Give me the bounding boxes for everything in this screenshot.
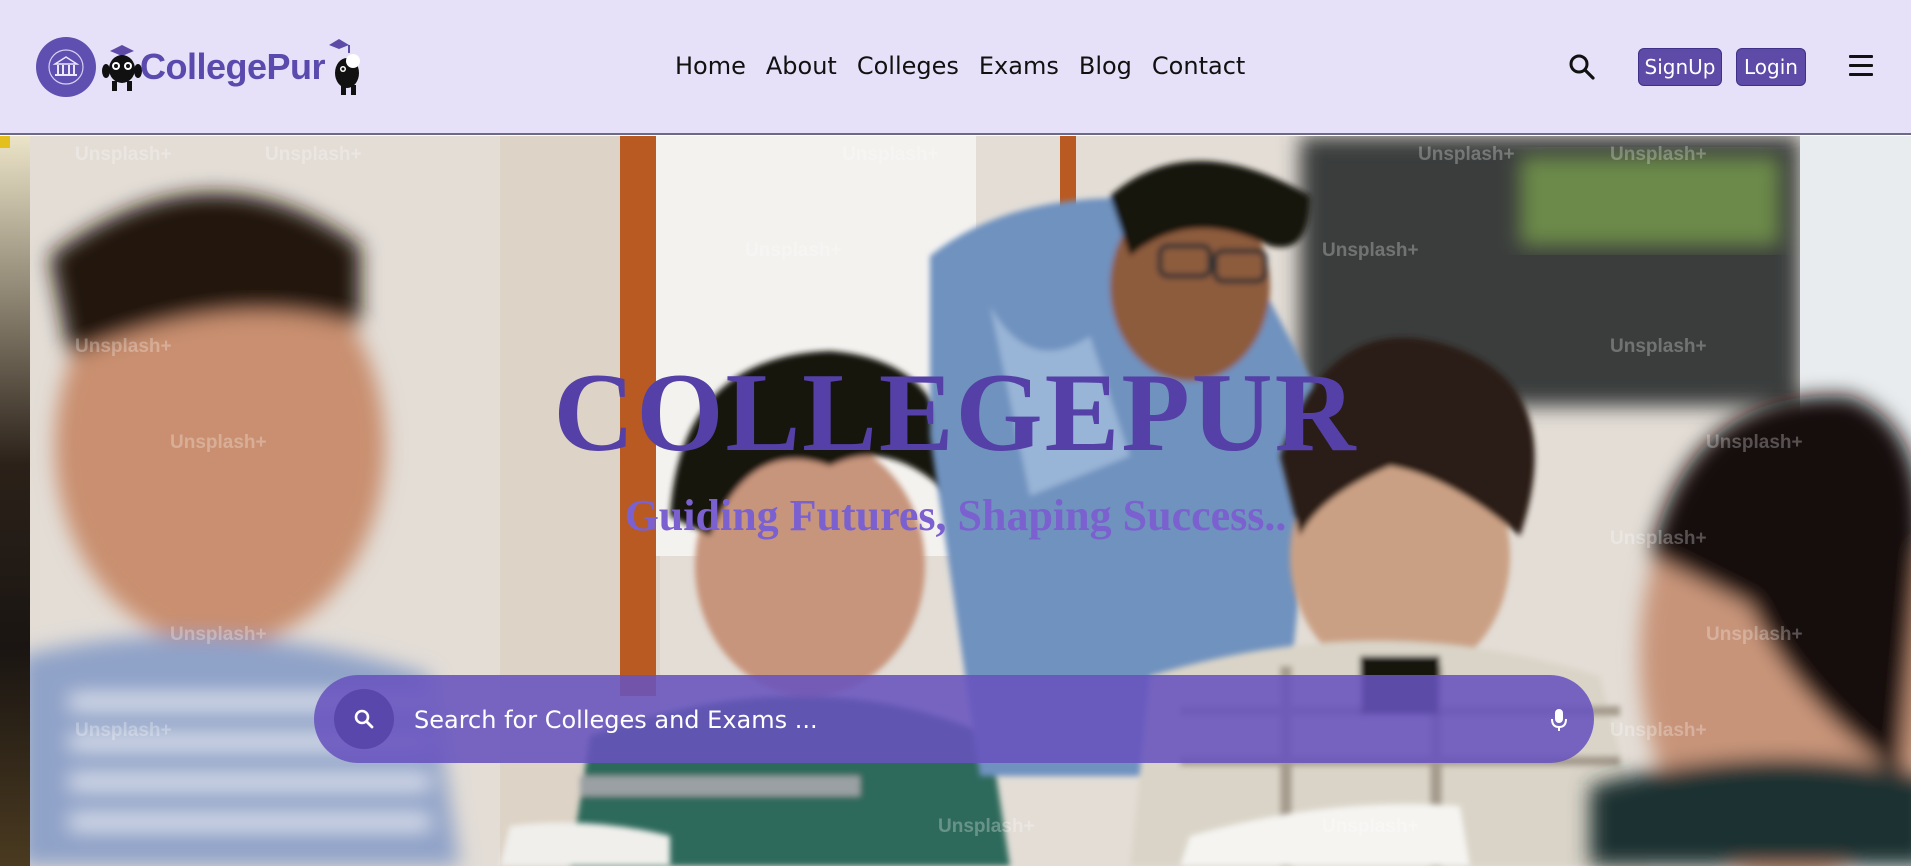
nav-about[interactable]: About [766,52,837,80]
nav-contact[interactable]: Contact [1152,52,1245,80]
search-icon [354,709,374,729]
watermark: Unsplash+ [745,240,842,261]
nav-blog[interactable]: Blog [1079,52,1132,80]
nav-home[interactable]: Home [675,52,746,80]
hero-search-button[interactable] [334,689,394,749]
watermark: Unsplash+ [170,624,267,645]
watermark: Unsplash+ [1610,336,1707,357]
college-building-icon [36,37,96,97]
watermark: Unsplash+ [1322,816,1419,837]
watermark: Unsplash+ [1322,240,1419,261]
hero-section: Unsplash+ Unsplash+ Unsplash+ Unsplash+ … [0,136,1911,866]
watermark: Unsplash+ [75,144,172,165]
hamburger-menu-icon[interactable] [1849,55,1873,77]
watermark: Unsplash+ [938,816,1035,837]
search-icon [1569,54,1595,80]
watermark: Unsplash+ [75,336,172,357]
watermark: Unsplash+ [1418,144,1515,165]
search-input[interactable] [412,693,1496,747]
hero-search-bar[interactable] [314,675,1594,763]
site-header: CollegePur Home About Colleges Exams Blo… [0,0,1911,135]
graduate-mascot-icon [102,45,142,91]
main-nav: Home About Colleges Exams Blog Contact [675,52,1265,80]
brand-logo[interactable]: CollegePur [36,34,367,100]
watermark: Unsplash+ [1706,624,1803,645]
watermark: Unsplash+ [1610,720,1707,741]
signup-button[interactable]: SignUp [1638,48,1722,86]
watermark: Unsplash+ [75,720,172,741]
nav-exams[interactable]: Exams [979,52,1059,80]
nav-colleges[interactable]: Colleges [857,52,959,80]
login-button[interactable]: Login [1736,48,1806,86]
brand-name: CollegePur [140,46,326,87]
hero-subtitle: Guiding Futures, Shaping Success.. [624,491,1287,540]
hero-title: COLLEGEPUR [553,351,1358,475]
watermark: Unsplash+ [1610,144,1707,165]
header-search-button[interactable] [1567,52,1597,82]
graduate-mascot-icon [329,39,361,95]
watermark: Unsplash+ [842,144,939,165]
watermark: Unsplash+ [265,144,362,165]
microphone-icon[interactable] [1548,707,1570,733]
